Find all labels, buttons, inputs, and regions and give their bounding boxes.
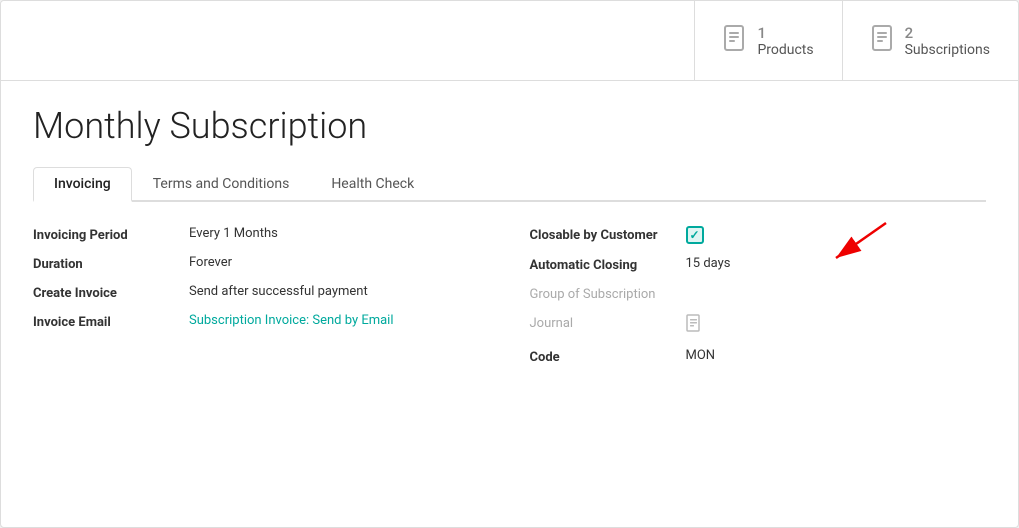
group-of-subscription-row: Group of Subscription — [530, 285, 987, 302]
code-label: Code — [530, 348, 670, 365]
duration-label: Duration — [33, 255, 173, 272]
content-area: Monthly Subscription Invoicing Terms and… — [1, 81, 1018, 527]
tab-health-check[interactable]: Health Check — [310, 167, 435, 202]
automatic-closing-label: Automatic Closing — [530, 256, 670, 273]
subscriptions-icon — [871, 24, 897, 58]
products-count: 1 — [757, 24, 766, 42]
tab-terms[interactable]: Terms and Conditions — [132, 167, 311, 202]
group-of-subscription-label: Group of Subscription — [530, 285, 670, 302]
invoice-email-label: Invoice Email — [33, 313, 173, 330]
subscriptions-count: 2 — [905, 24, 914, 42]
top-bar: 1 Products 2 Subscriptions — [1, 1, 1018, 81]
automatic-closing-value: 15 days — [686, 256, 731, 271]
products-label: Products — [757, 42, 813, 58]
journal-label: Journal — [530, 314, 670, 331]
main-container: 1 Products 2 Subscriptions Monthly Subsc… — [0, 0, 1019, 528]
fields-left: Invoicing Period Every 1 Months Duration… — [33, 226, 490, 503]
invoice-email-value[interactable]: Subscription Invoice: Send by Email — [189, 313, 394, 328]
invoicing-period-label: Invoicing Period — [33, 226, 173, 243]
create-invoice-row: Create Invoice Send after successful pay… — [33, 284, 490, 301]
create-invoice-value: Send after successful payment — [189, 284, 368, 299]
invoicing-period-row: Invoicing Period Every 1 Months — [33, 226, 490, 243]
products-button[interactable]: 1 Products — [694, 1, 841, 80]
code-row: Code MON — [530, 348, 987, 365]
create-invoice-label: Create Invoice — [33, 284, 173, 301]
subscriptions-label: Subscriptions — [905, 42, 990, 58]
journal-icon — [686, 314, 702, 336]
invoice-email-row: Invoice Email Subscription Invoice: Send… — [33, 313, 490, 330]
tab-invoicing[interactable]: Invoicing — [33, 167, 132, 202]
closable-by-customer-row: Closable by Customer — [530, 226, 987, 244]
closable-by-customer-label: Closable by Customer — [530, 226, 670, 243]
closable-by-customer-checkbox[interactable] — [686, 226, 704, 244]
page-title: Monthly Subscription — [33, 105, 986, 147]
fields-right: Closable by Customer Automatic Closing 1… — [490, 226, 987, 503]
duration-value: Forever — [189, 255, 232, 270]
journal-row: Journal — [530, 314, 987, 336]
tabs-container: Invoicing Terms and Conditions Health Ch… — [33, 167, 986, 202]
invoicing-period-value: Every 1 Months — [189, 226, 278, 241]
subscriptions-button[interactable]: 2 Subscriptions — [842, 1, 1018, 80]
fields-container: Invoicing Period Every 1 Months Duration… — [33, 226, 986, 503]
products-icon — [723, 24, 749, 58]
duration-row: Duration Forever — [33, 255, 490, 272]
code-value: MON — [686, 348, 716, 363]
automatic-closing-row: Automatic Closing 15 days — [530, 256, 987, 273]
